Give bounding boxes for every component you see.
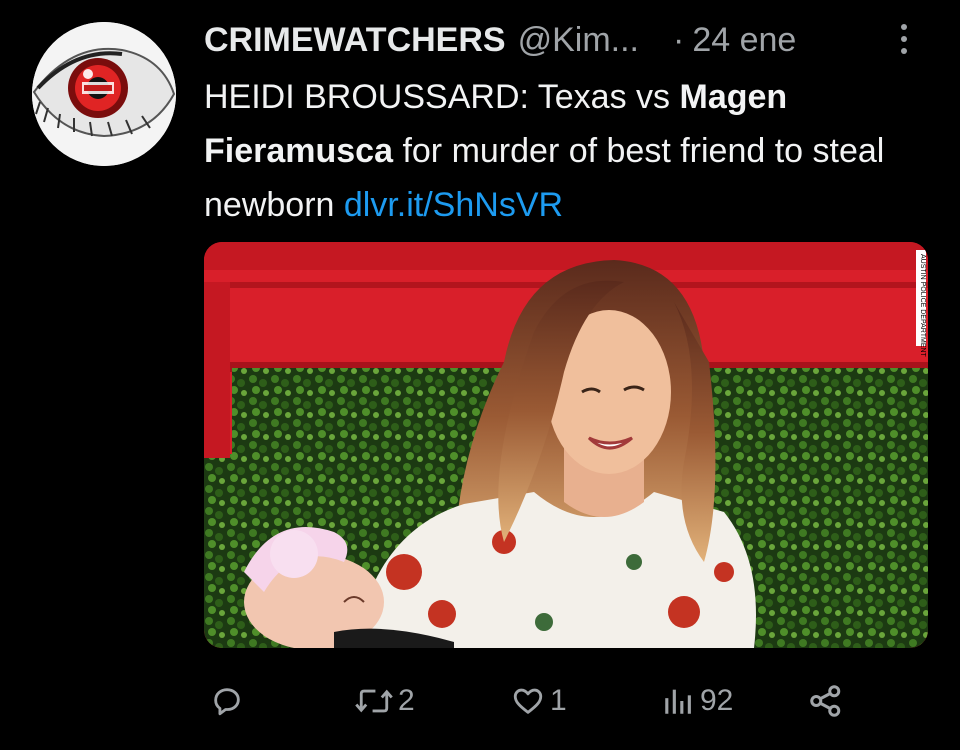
retweet-count: 2 <box>398 684 415 717</box>
tweet-text-part: HEIDI BROUSSARD: Texas vs <box>204 78 680 116</box>
display-name[interactable]: CRIMEWATCHERS <box>204 21 506 60</box>
share-icon <box>810 685 841 717</box>
photo-image: AUSTIN POLICE DEPARTMENT <box>204 242 928 648</box>
tweet-header: CRIMEWATCHERS @Kim... · 24 ene <box>204 18 940 62</box>
tweet-link[interactable]: dlvr.it/ShNsVR <box>344 186 563 224</box>
retweet-button[interactable]: 2 <box>354 676 415 726</box>
tweet-text: HEIDI BROUSSARD: Texas vs Magen Fieramus… <box>204 70 934 232</box>
eye-logo-icon <box>32 22 176 166</box>
photo-credit: AUSTIN POLICE DEPARTMENT <box>919 254 926 358</box>
reply-button[interactable] <box>210 676 248 726</box>
like-button[interactable]: 1 <box>510 676 567 726</box>
tweet-photo[interactable]: AUSTIN POLICE DEPARTMENT <box>204 242 928 648</box>
more-vertical-icon[interactable] <box>898 24 910 58</box>
like-count: 1 <box>550 684 567 717</box>
tweet-date[interactable]: 24 ene <box>692 21 796 60</box>
avatar[interactable] <box>32 22 176 166</box>
separator-dot: · <box>673 20 685 59</box>
views-count: 92 <box>700 684 734 717</box>
views-chart-icon <box>665 689 691 714</box>
views-button[interactable]: 92 <box>660 676 733 726</box>
retweet-icon <box>355 689 393 713</box>
share-button[interactable] <box>808 676 844 726</box>
user-handle[interactable]: @Kim... <box>518 21 639 60</box>
action-bar: 2 1 92 <box>204 676 864 726</box>
heart-icon <box>513 688 543 714</box>
reply-icon <box>214 688 240 716</box>
